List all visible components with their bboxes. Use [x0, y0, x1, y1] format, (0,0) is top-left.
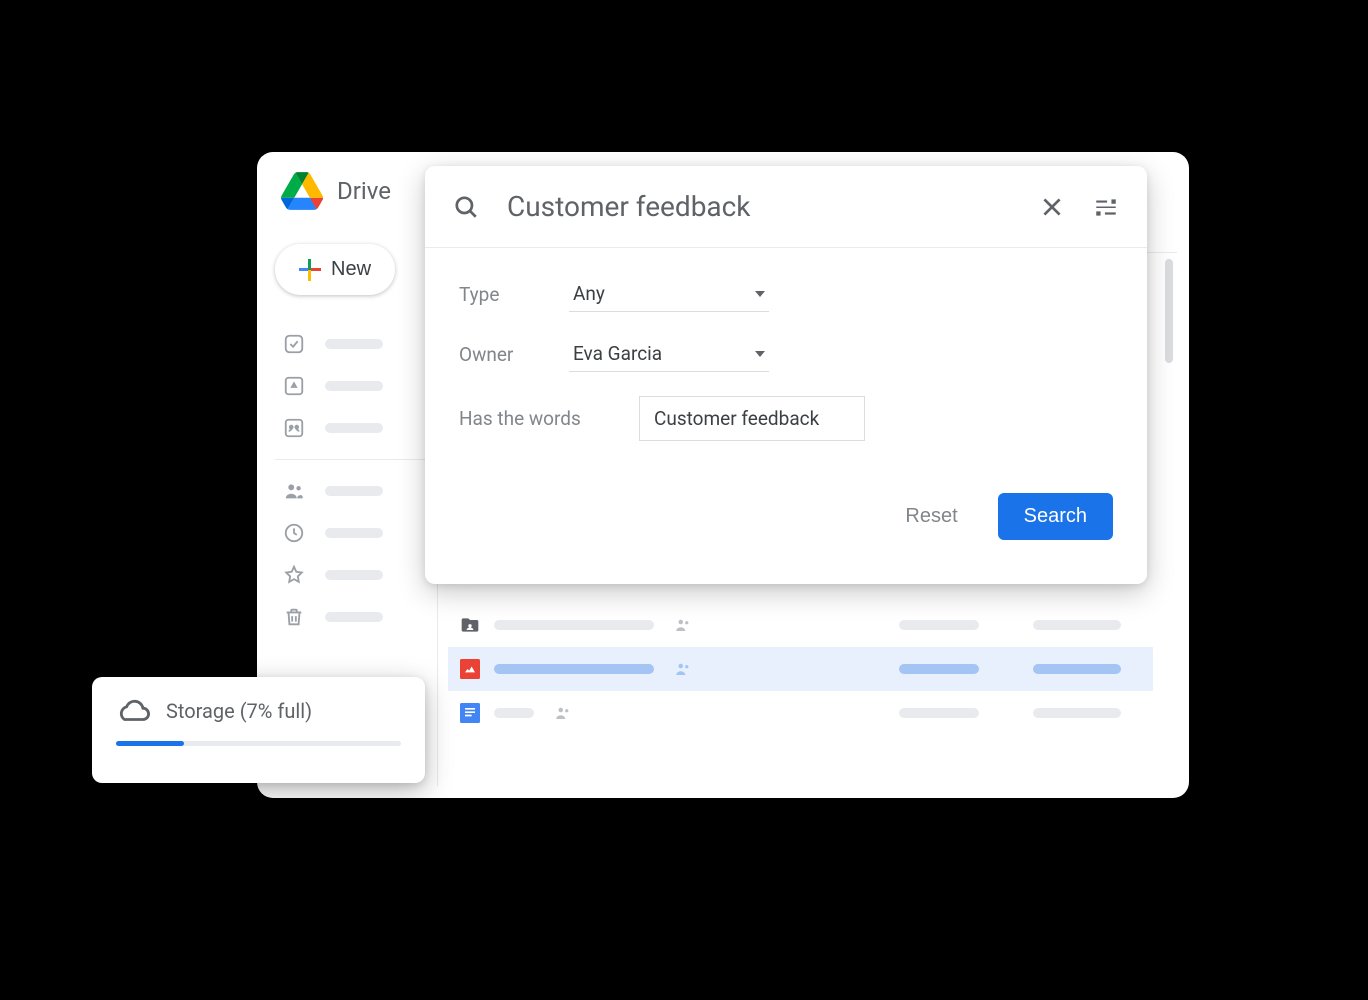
search-bar: Customer feedback	[425, 166, 1147, 248]
storage-label: Storage (7% full)	[166, 699, 312, 723]
sidebar-item-shared[interactable]	[275, 470, 425, 512]
cloud-icon	[116, 699, 150, 723]
chevron-down-icon	[755, 351, 765, 357]
sidebar: New	[275, 244, 425, 638]
shared-folder-icon	[460, 615, 480, 635]
placeholder-cell	[899, 664, 979, 674]
placeholder-cell	[899, 620, 979, 630]
placeholder-cell	[1033, 708, 1121, 718]
drive-logo-icon	[281, 172, 323, 210]
search-icon[interactable]	[453, 194, 479, 220]
check-square-icon	[283, 333, 305, 355]
nav-primary	[275, 323, 425, 449]
people-icon	[674, 616, 692, 634]
nav-placeholder	[325, 423, 383, 433]
new-button-label: New	[331, 258, 371, 281]
placeholder-cell	[899, 708, 979, 718]
image-file-icon	[460, 659, 480, 679]
trash-icon	[283, 606, 305, 628]
table-row[interactable]	[448, 647, 1153, 691]
clock-icon	[283, 522, 305, 544]
placeholder-cell	[494, 708, 534, 718]
reset-button[interactable]: Reset	[905, 505, 957, 528]
nav-placeholder	[325, 528, 383, 538]
placeholder-cell	[494, 664, 654, 674]
app-name: Drive	[337, 177, 391, 205]
tune-icon	[1093, 194, 1119, 220]
filter-type-dropdown[interactable]: Any	[569, 276, 769, 312]
filter-haswords-input[interactable]	[639, 396, 865, 441]
search-panel: Customer feedback Type Any Owner Eva Gar…	[425, 166, 1147, 584]
table-row[interactable]	[448, 603, 1153, 647]
search-options-button[interactable]	[1093, 194, 1119, 220]
placeholder-cell	[1033, 620, 1121, 630]
filter-haswords-label: Has the words	[459, 407, 639, 430]
storage-progress-track	[116, 741, 401, 746]
sidebar-item-trash[interactable]	[275, 596, 425, 638]
nav-placeholder	[325, 570, 383, 580]
people-icon	[283, 480, 305, 502]
shared-drive-icon	[283, 417, 305, 439]
sidebar-item-mydrive[interactable]	[275, 365, 425, 407]
nav-placeholder	[325, 381, 383, 391]
people-icon	[674, 660, 692, 678]
filter-haswords-row: Has the words	[459, 396, 1113, 441]
scrollbar[interactable]	[1165, 259, 1173, 363]
placeholder-cell	[494, 620, 654, 630]
search-filters: Type Any Owner Eva Garcia Has the words	[425, 248, 1147, 493]
plus-icon	[299, 259, 321, 281]
filter-type-value: Any	[573, 282, 605, 305]
nav-secondary	[275, 470, 425, 638]
filter-owner-dropdown[interactable]: Eva Garcia	[569, 336, 769, 372]
search-actions: Reset Search	[425, 493, 1147, 540]
filter-owner-row: Owner Eva Garcia	[459, 336, 1113, 372]
placeholder-cell	[1033, 664, 1121, 674]
search-input[interactable]: Customer feedback	[507, 190, 1011, 223]
file-table	[448, 603, 1153, 735]
sidebar-item-recent[interactable]	[275, 512, 425, 554]
nav-placeholder	[325, 339, 383, 349]
filter-type-row: Type Any	[459, 276, 1113, 312]
filter-owner-value: Eva Garcia	[573, 342, 662, 365]
close-icon	[1039, 194, 1065, 220]
nav-placeholder	[325, 486, 383, 496]
drive-brand[interactable]: Drive	[281, 172, 391, 210]
storage-card[interactable]: Storage (7% full)	[92, 677, 425, 783]
star-icon	[283, 564, 305, 586]
sidebar-item-priority[interactable]	[275, 323, 425, 365]
search-button[interactable]: Search	[998, 493, 1113, 540]
filter-type-label: Type	[459, 283, 569, 306]
chevron-down-icon	[755, 291, 765, 297]
new-button[interactable]: New	[275, 244, 395, 295]
sidebar-item-shared-drives[interactable]	[275, 407, 425, 449]
docs-file-icon	[460, 703, 480, 723]
table-row[interactable]	[448, 691, 1153, 735]
storage-progress-fill	[116, 741, 184, 746]
storage-row: Storage (7% full)	[116, 699, 401, 723]
people-icon	[554, 704, 572, 722]
nav-placeholder	[325, 612, 383, 622]
clear-search-button[interactable]	[1039, 194, 1065, 220]
filter-owner-label: Owner	[459, 343, 569, 366]
nav-divider	[275, 459, 425, 460]
drive-triangle-icon	[283, 375, 305, 397]
sidebar-item-starred[interactable]	[275, 554, 425, 596]
